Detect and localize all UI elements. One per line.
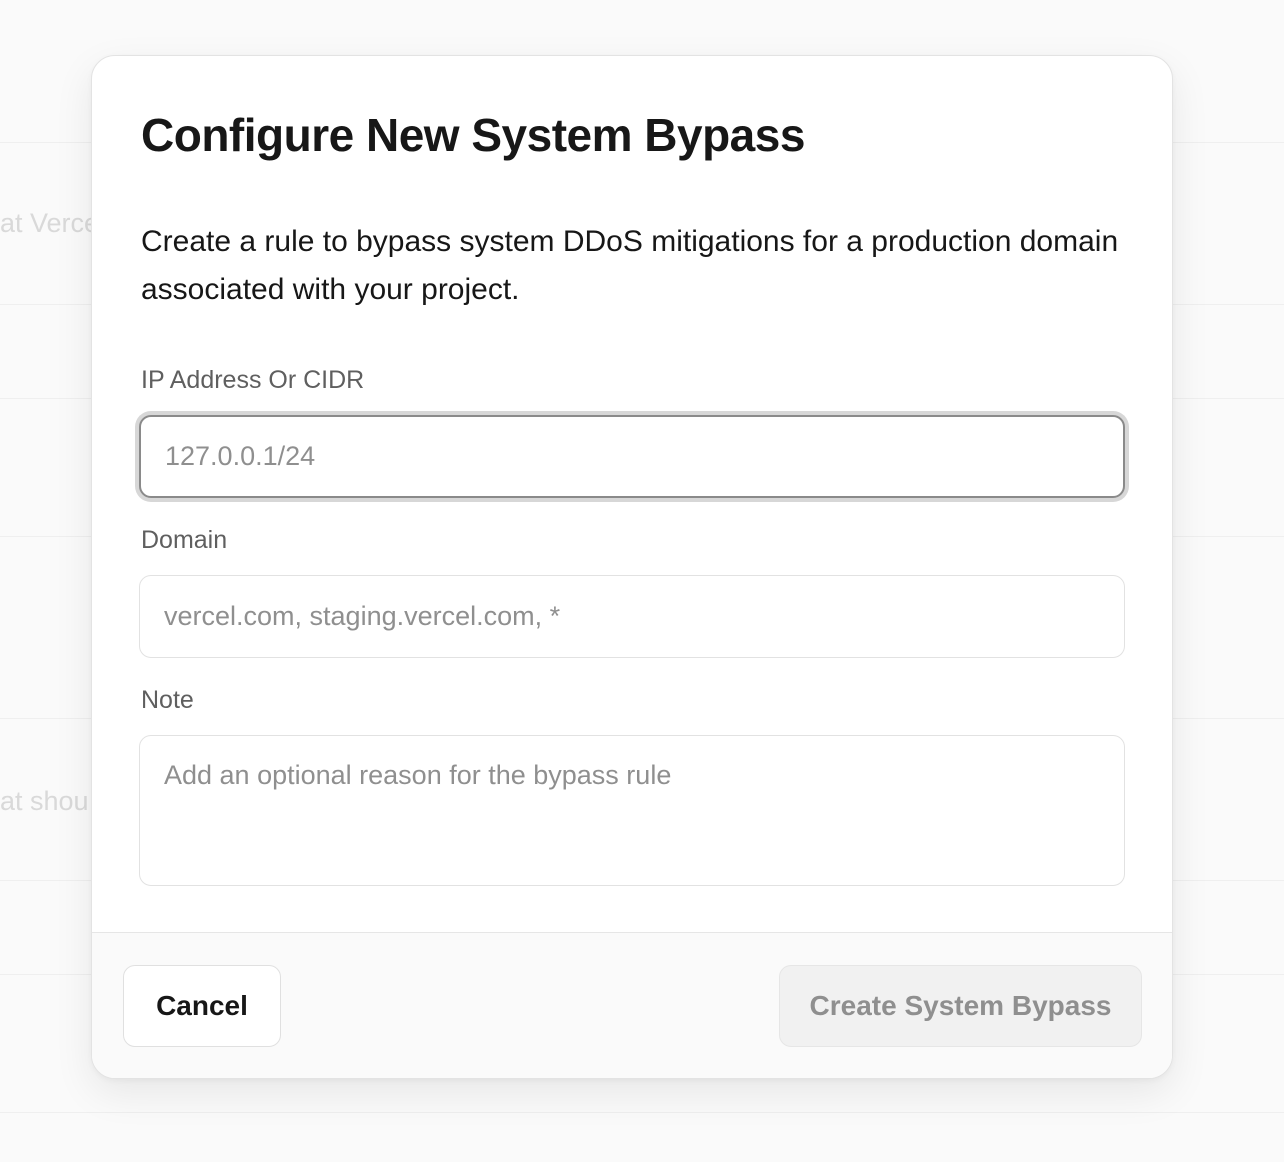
note-label: Note [141, 686, 194, 714]
system-bypass-dialog: Configure New System Bypass Create a rul… [91, 55, 1173, 1079]
dialog-footer: Cancel Create System Bypass [92, 932, 1172, 1078]
domain-input[interactable] [139, 575, 1125, 658]
dialog-title: Configure New System Bypass [141, 109, 805, 161]
note-textarea[interactable] [139, 735, 1125, 886]
ip-address-label: IP Address Or CIDR [141, 366, 365, 394]
background-row-text: at Verce [0, 208, 100, 238]
background-row-divider [0, 1112, 1284, 1113]
create-system-bypass-button[interactable]: Create System Bypass [779, 965, 1142, 1047]
ip-address-input[interactable] [139, 415, 1125, 498]
background-row-text: at shou [0, 786, 89, 816]
dialog-description: Create a rule to bypass system DDoS miti… [141, 225, 1119, 306]
domain-label: Domain [141, 526, 228, 554]
cancel-button[interactable]: Cancel [123, 965, 281, 1047]
dialog-body: Configure New System Bypass Create a rul… [92, 56, 1172, 932]
